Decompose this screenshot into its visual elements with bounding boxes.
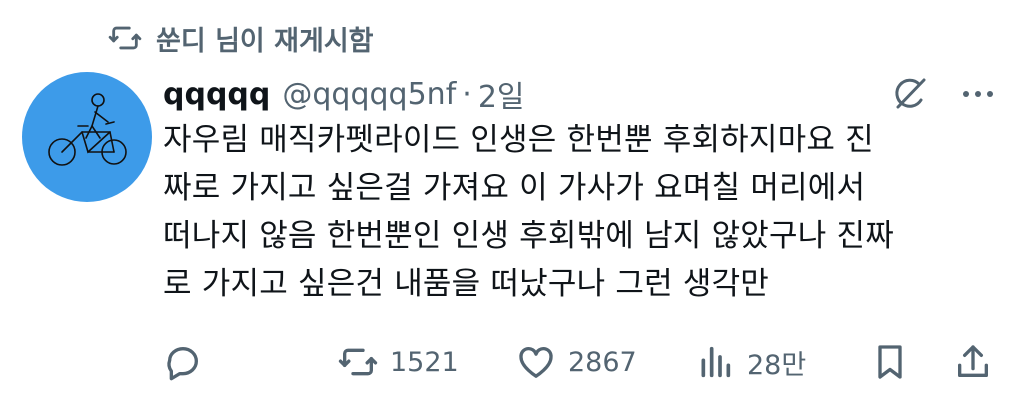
user-handle[interactable]: @qqqqq5nf [282, 77, 456, 112]
views-icon [701, 346, 731, 378]
repost-indicator[interactable]: 쑨디 님이 재게시함 [108, 18, 374, 58]
share-button[interactable] [953, 340, 993, 384]
timestamp[interactable]: 2일 [478, 72, 525, 116]
repost-count: 1521 [390, 346, 459, 378]
action-bar: 1521 2867 28만 [163, 340, 1008, 384]
grok-icon[interactable] [888, 72, 932, 116]
like-count: 2867 [568, 346, 637, 378]
more-options-button[interactable] [953, 80, 1003, 108]
more-dot-icon [963, 91, 969, 97]
tweet-header: qqqqq @qqqqq5nf · 2일 [163, 72, 525, 116]
repost-icon [108, 26, 142, 50]
display-name[interactable]: qqqqq [163, 77, 270, 112]
reply-button[interactable] [163, 340, 215, 384]
tweet-line: 로 가지고 싶은건 내품을 떠났구나 그런 생각만 [163, 266, 770, 302]
repost-button[interactable]: 1521 [338, 340, 459, 384]
like-button[interactable]: 2867 [516, 340, 637, 384]
tweet-line: 짜로 가지고 싶은걸 가져요 이 가사가 요며칠 머리에서 [163, 170, 866, 206]
avatar[interactable] [22, 72, 152, 202]
tweet-line: 자우림 매직카펫라이드 인생은 한번뿐 후회하지마요 진 [163, 122, 874, 158]
share-icon [958, 345, 988, 377]
repost-icon [338, 348, 378, 376]
more-dot-icon [975, 91, 981, 97]
reply-icon [167, 347, 198, 381]
tweet-line: 떠나지 않음 한번뿐인 인생 후회밖에 남지 않았구나 진짜 [163, 218, 894, 254]
separator-dot: · [462, 76, 472, 112]
views-count: 28만 [747, 349, 807, 381]
tweet-text: 자우림 매직카펫라이드 인생은 한번뿐 후회하지마요 진짜로 가지고 싶은걸 가… [163, 116, 998, 308]
more-dot-icon [987, 91, 993, 97]
repost-text: 쑨디 님이 재게시함 [156, 25, 374, 57]
views-button[interactable]: 28만 [695, 340, 806, 384]
bookmark-icon [878, 345, 902, 379]
bookmark-button[interactable] [870, 340, 910, 384]
bicycle-drawing [48, 93, 127, 166]
heart-icon [519, 347, 553, 378]
